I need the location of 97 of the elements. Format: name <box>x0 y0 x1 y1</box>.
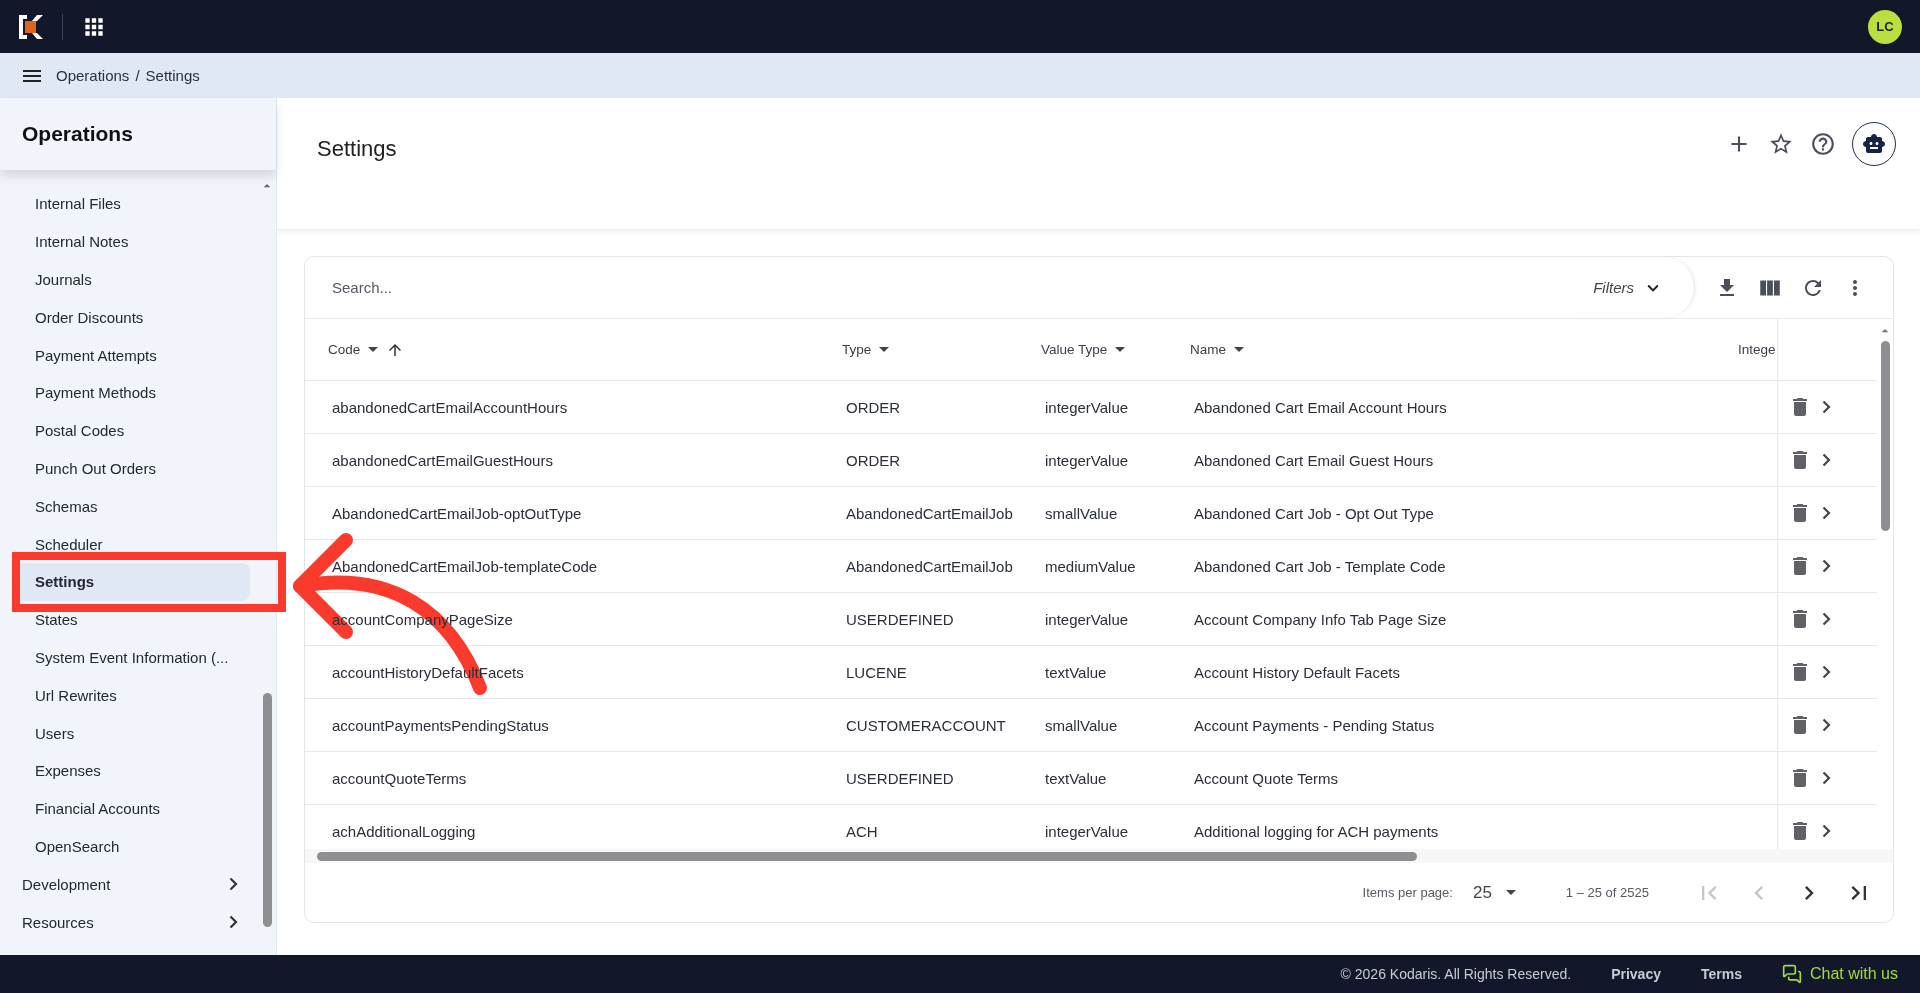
chevron-right-icon[interactable] <box>1822 453 1831 467</box>
chat-button[interactable]: Chat with us <box>1781 964 1898 984</box>
chevron-right-icon[interactable] <box>1822 718 1831 732</box>
sidebar-item[interactable]: System Event Information (... <box>15 638 250 677</box>
table-cell-text: ACH <box>845 821 879 842</box>
chevron-right-icon[interactable] <box>1822 824 1831 838</box>
caret-icon <box>1505 890 1516 895</box>
table-cell-text: integerValue <box>1044 450 1130 471</box>
copyright-text: © 2026 Kodaris. All Rights Reserved. <box>1340 966 1572 982</box>
table-cell-text: AbandonedCartEmailJob-optOutType <box>331 503 583 524</box>
table-cell-text: smallValue <box>1044 503 1119 524</box>
sidebar-item[interactable]: Internal Files <box>15 185 250 223</box>
breadcrumb-item[interactable]: Operations <box>56 67 130 84</box>
footer-link[interactable]: Privacy <box>1611 966 1661 982</box>
table-cell-text: Account History Default Facets <box>1193 662 1401 683</box>
table-cell-text: CUSTOMERACCOUNT <box>845 715 1007 736</box>
table-cell-text: Account Quote Terms <box>1193 768 1339 789</box>
chat-icon <box>1781 964 1802 984</box>
sidebar-item[interactable]: Users <box>15 714 250 752</box>
sidebar-group[interactable]: Resources <box>15 903 250 941</box>
logo-icon <box>18 13 44 40</box>
table-cell-text: Abandoned Cart Job - Opt Out Type <box>1193 503 1435 524</box>
sidebar-item[interactable]: Payment Methods <box>15 374 250 412</box>
footer-link[interactable]: Terms <box>1700 966 1742 982</box>
chevron-right-icon[interactable] <box>1822 559 1831 573</box>
table-cell-text: integerValue <box>1044 609 1130 630</box>
column-header[interactable]: Intege <box>1738 342 1776 357</box>
table-cell-text: ORDER <box>845 397 902 418</box>
table-cell-text: ORDER <box>845 450 902 471</box>
sidebar-item[interactable]: Financial Accounts <box>15 789 250 828</box>
column-header[interactable]: Code <box>328 342 361 357</box>
horizontal-scrollbar[interactable] <box>317 851 1417 861</box>
table-cell-text: mediumValue <box>1044 556 1137 577</box>
sidebar-item[interactable]: Url Rewrites <box>15 676 250 715</box>
page-size-select[interactable]: 25 <box>1472 882 1516 903</box>
caret-icon[interactable] <box>1234 347 1244 352</box>
table-cell-text: AbandonedCartEmailJob <box>845 556 1014 577</box>
table-cell-text: Additional logging for ACH payments <box>1193 821 1440 842</box>
help-icon[interactable] <box>1810 131 1836 157</box>
filters-button[interactable]: Filters <box>1573 257 1695 318</box>
caret-icon[interactable] <box>1115 347 1126 352</box>
table-cell-text: smallValue <box>1044 715 1119 736</box>
table-cell-text: textValue <box>1044 662 1108 683</box>
table-cell-text: abandonedCartEmailAccountHours <box>331 397 569 418</box>
column-header[interactable]: Value Type <box>1041 342 1108 357</box>
table-cell-text: textValue <box>1044 768 1108 789</box>
sidebar-title: Operations <box>0 98 276 170</box>
table-cell-text: AbandonedCartEmailJob-templateCode <box>331 556 599 577</box>
chevron-right-icon[interactable] <box>1822 400 1831 414</box>
table-cell-text: LUCENE <box>845 662 908 683</box>
sidebar-item[interactable]: Payment Attempts <box>15 336 250 374</box>
sidebar-item[interactable]: Punch Out Orders <box>15 449 250 488</box>
table-cell-text: accountPaymentsPendingStatus <box>331 715 550 736</box>
sidebar-item[interactable]: OpenSearch <box>15 827 250 866</box>
table-cell-text: Abandoned Cart Email Account Hours <box>1193 397 1448 418</box>
sidebar-item[interactable]: States <box>15 600 250 639</box>
column-header[interactable]: Type <box>842 342 872 357</box>
chevron-right-icon[interactable] <box>1822 665 1831 679</box>
column-header[interactable]: Name <box>1190 342 1226 357</box>
table-cell-text: abandonedCartEmailGuestHours <box>331 450 554 471</box>
sidebar-item[interactable]: Scheduler <box>15 525 250 563</box>
page-title: Settings <box>317 136 397 162</box>
chevron-right-icon <box>229 915 238 930</box>
sidebar-item[interactable]: Expenses <box>15 751 250 790</box>
sidebar-scrollbar[interactable] <box>263 693 272 927</box>
user-avatar[interactable]: LC <box>1868 9 1902 44</box>
table-cell-text: Abandoned Cart Job - Template Code <box>1193 556 1447 577</box>
chevron-right-icon[interactable] <box>1822 771 1831 785</box>
table-cell-text: USERDEFINED <box>845 768 955 789</box>
chevron-right-icon[interactable] <box>1822 506 1831 520</box>
table-cell-text: achAdditionalLogging <box>331 821 477 842</box>
star-icon[interactable] <box>1768 131 1794 157</box>
table-cell-text: Account Company Info Tab Page Size <box>1193 609 1448 630</box>
sidebar-item[interactable]: Internal Notes <box>15 222 250 261</box>
page-range: 1 – 25 of 2525 <box>1565 885 1649 900</box>
sidebar-item[interactable]: Postal Codes <box>15 411 250 450</box>
chevron-right-icon[interactable] <box>1822 612 1831 626</box>
breadcrumb-separator: / <box>135 67 140 84</box>
table-cell-text: integerValue <box>1044 821 1130 842</box>
robot-button[interactable] <box>1852 122 1896 166</box>
items-per-page-label: Items per page: <box>1362 885 1453 900</box>
table-cell-text: Account Payments - Pending Status <box>1193 715 1436 736</box>
table-scrollbar[interactable] <box>1880 341 1890 531</box>
breadcrumb-item: Settings <box>145 67 200 84</box>
table-cell-text: USERDEFINED <box>845 609 955 630</box>
table-cell-text: Abandoned Cart Email Guest Hours <box>1193 450 1435 471</box>
chevron-right-icon <box>229 877 238 892</box>
table-cell-text: accountQuoteTerms <box>331 768 468 789</box>
table-cell-text: AbandonedCartEmailJob <box>845 503 1014 524</box>
caret-icon[interactable] <box>368 347 379 352</box>
sidebar-item[interactable]: Schemas <box>15 487 250 526</box>
sidebar-item[interactable]: Order Discounts <box>15 298 250 337</box>
table-cell-text: integerValue <box>1044 397 1130 418</box>
caret-icon[interactable] <box>879 347 890 352</box>
sidebar-group[interactable]: Development <box>15 865 250 904</box>
robot-icon <box>1862 132 1886 156</box>
sidebar-item[interactable]: Journals <box>15 260 250 299</box>
